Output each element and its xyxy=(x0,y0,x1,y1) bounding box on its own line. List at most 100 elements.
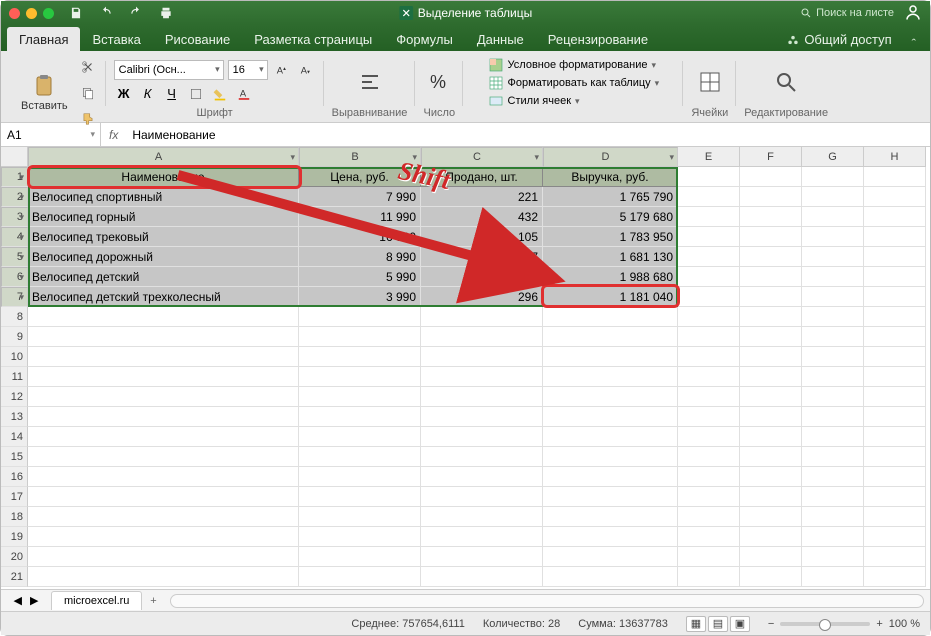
cell[interactable] xyxy=(678,187,740,207)
cell[interactable]: 1 681 130 xyxy=(543,247,678,267)
border-icon[interactable] xyxy=(186,84,206,104)
col-header-E[interactable]: E xyxy=(678,147,740,167)
cell[interactable] xyxy=(543,467,678,487)
horizontal-scrollbar[interactable] xyxy=(170,594,924,608)
row-header-17[interactable]: 17 xyxy=(1,487,28,507)
cell[interactable] xyxy=(740,287,802,307)
cells-area[interactable]: НаименованиеЦена, руб.Продано, шт.Выручк… xyxy=(28,167,930,587)
cell[interactable] xyxy=(802,387,864,407)
bold-icon[interactable]: Ж xyxy=(114,84,134,104)
cell[interactable] xyxy=(740,267,802,287)
cell[interactable]: Продано, шт. xyxy=(421,167,543,187)
row-header-3[interactable]: 3 xyxy=(1,207,28,227)
cell[interactable] xyxy=(299,547,421,567)
redo-icon[interactable] xyxy=(126,3,146,23)
cell[interactable] xyxy=(421,547,543,567)
zoom-in-button[interactable]: + xyxy=(876,618,882,630)
cell[interactable] xyxy=(299,427,421,447)
cell[interactable] xyxy=(299,387,421,407)
cell[interactable] xyxy=(864,467,926,487)
grid[interactable]: ABCDEFGH 1234567891011121314151617181920… xyxy=(1,147,930,589)
cell[interactable] xyxy=(740,567,802,587)
cell[interactable] xyxy=(864,567,926,587)
cell[interactable]: 1 765 790 xyxy=(543,187,678,207)
sheet-tab[interactable]: microexcel.ru xyxy=(51,591,142,610)
view-buttons[interactable]: ▦ ▤ ▣ xyxy=(686,616,750,632)
cell[interactable] xyxy=(421,527,543,547)
select-all-corner[interactable] xyxy=(1,147,28,167)
cell[interactable] xyxy=(802,427,864,447)
cell[interactable] xyxy=(864,327,926,347)
cell[interactable]: 1 783 950 xyxy=(543,227,678,247)
cell[interactable] xyxy=(28,447,299,467)
zoom-value[interactable]: 100 % xyxy=(889,618,920,630)
normal-view-icon[interactable]: ▦ xyxy=(686,616,706,632)
cell[interactable] xyxy=(678,327,740,347)
number-button[interactable]: % xyxy=(423,68,455,96)
print-icon[interactable] xyxy=(156,3,176,23)
cell[interactable] xyxy=(864,187,926,207)
cell[interactable] xyxy=(802,187,864,207)
cell[interactable] xyxy=(802,567,864,587)
cell[interactable]: 332 xyxy=(421,267,543,287)
cell[interactable]: 432 xyxy=(421,207,543,227)
cell[interactable] xyxy=(864,447,926,467)
cell[interactable] xyxy=(678,387,740,407)
conditional-formatting-button[interactable]: Условное форматирование▾ xyxy=(488,57,660,73)
cells-button[interactable] xyxy=(694,68,726,96)
cell[interactable] xyxy=(864,267,926,287)
tab-share[interactable]: Общий доступ xyxy=(774,27,903,51)
user-icon[interactable] xyxy=(904,3,922,24)
cell[interactable] xyxy=(421,367,543,387)
cell[interactable] xyxy=(802,167,864,187)
cell[interactable] xyxy=(678,247,740,267)
tab-insert[interactable]: Вставка xyxy=(80,27,152,51)
row-header-5[interactable]: 5 xyxy=(1,247,28,267)
cell[interactable] xyxy=(864,527,926,547)
cell[interactable] xyxy=(421,347,543,367)
cell[interactable] xyxy=(28,347,299,367)
cell[interactable] xyxy=(678,227,740,247)
font-color-icon[interactable]: A xyxy=(234,84,254,104)
row-header-7[interactable]: 7 xyxy=(1,287,28,307)
cell[interactable] xyxy=(802,487,864,507)
cell[interactable] xyxy=(864,407,926,427)
cell[interactable] xyxy=(299,347,421,367)
cell[interactable]: Велосипед трековый xyxy=(28,227,299,247)
cell[interactable] xyxy=(802,547,864,567)
cell[interactable] xyxy=(802,367,864,387)
fill-color-icon[interactable] xyxy=(210,84,230,104)
cell[interactable] xyxy=(543,347,678,367)
formula-input[interactable]: Наименование xyxy=(126,128,930,142)
cell[interactable]: Велосипед спортивный xyxy=(28,187,299,207)
cell[interactable] xyxy=(28,567,299,587)
underline-icon[interactable]: Ч xyxy=(162,84,182,104)
format-as-table-button[interactable]: Форматировать как таблицу▾ xyxy=(488,75,660,91)
row-header-2[interactable]: 2 xyxy=(1,187,28,207)
cell[interactable] xyxy=(28,547,299,567)
row-header-14[interactable]: 14 xyxy=(1,427,28,447)
cell[interactable] xyxy=(543,387,678,407)
cell[interactable] xyxy=(678,547,740,567)
cell[interactable] xyxy=(678,467,740,487)
cell[interactable] xyxy=(864,387,926,407)
cell[interactable] xyxy=(740,307,802,327)
increase-font-icon[interactable]: A▴ xyxy=(272,60,292,80)
cell[interactable] xyxy=(802,227,864,247)
cell[interactable]: 3 990 xyxy=(299,287,421,307)
decrease-font-icon[interactable]: A▾ xyxy=(296,60,316,80)
cell[interactable] xyxy=(678,267,740,287)
cell[interactable] xyxy=(740,167,802,187)
cell[interactable] xyxy=(678,407,740,427)
cell[interactable] xyxy=(740,187,802,207)
row-header-15[interactable]: 15 xyxy=(1,447,28,467)
cell[interactable] xyxy=(740,547,802,567)
row-header-11[interactable]: 11 xyxy=(1,367,28,387)
cell[interactable] xyxy=(678,527,740,547)
cell[interactable] xyxy=(28,507,299,527)
cell[interactable]: 105 xyxy=(421,227,543,247)
cell[interactable] xyxy=(740,467,802,487)
cell[interactable] xyxy=(802,447,864,467)
cell[interactable] xyxy=(28,527,299,547)
cell[interactable]: 296 xyxy=(421,287,543,307)
